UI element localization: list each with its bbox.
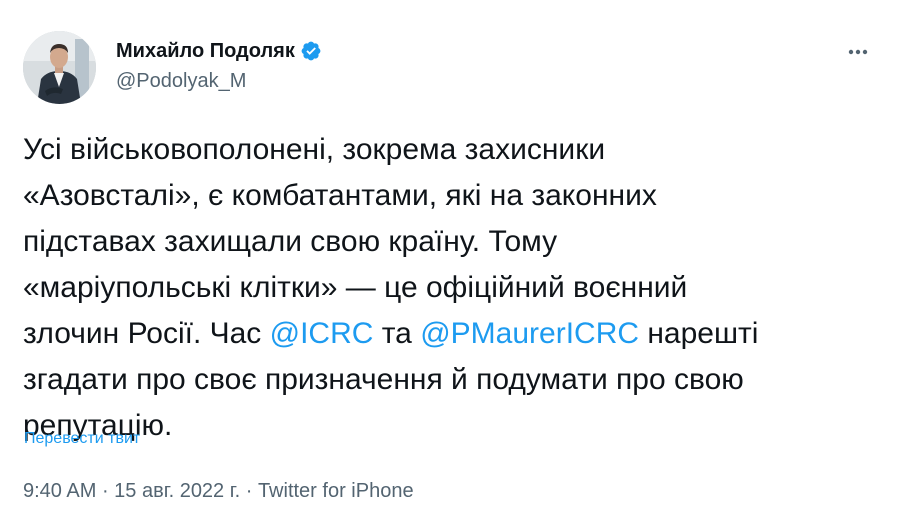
tweet-text: Усі військовополонені, зокрема захисники… bbox=[23, 127, 883, 449]
tweet-line: злочин Росії. Час @ICRC та @PMaurerICRC … bbox=[23, 311, 883, 357]
translate-tweet-link[interactable]: Перевести твит bbox=[24, 430, 140, 448]
display-name[interactable]: Михайло Подоляк bbox=[116, 40, 295, 63]
profile-photo bbox=[23, 31, 96, 104]
mention-link-pmaurericrc[interactable]: @PMaurerICRC bbox=[420, 317, 639, 350]
tweet-text-segment: та bbox=[373, 317, 421, 350]
tweet-text-segment: злочин Росії. Час bbox=[23, 317, 270, 350]
mention-link-icrc[interactable]: @ICRC bbox=[270, 317, 374, 350]
tweet-line: підставах захищали свою країну. Тому bbox=[23, 225, 558, 258]
tweet-line: репутацію. bbox=[23, 409, 173, 442]
meta-separator: · bbox=[96, 480, 115, 502]
tweet-source[interactable]: Twitter for iPhone bbox=[258, 480, 414, 502]
verified-badge-icon bbox=[300, 40, 322, 62]
tweet-line: «маріупольські клітки» — це офіційний во… bbox=[23, 271, 688, 304]
tweet-line: згадати про своє призначення й подумати … bbox=[23, 363, 744, 396]
tweet-metadata: 9:40 AM · 15 авг. 2022 г. · Twitter for … bbox=[23, 480, 414, 503]
tweet-card: Михайло Подоляк @Podolyak_M Усі військов… bbox=[0, 0, 897, 508]
avatar[interactable] bbox=[23, 31, 96, 104]
author-handle[interactable]: @Podolyak_M bbox=[116, 70, 246, 93]
tweet-date[interactable]: 15 авг. 2022 г. bbox=[114, 480, 240, 502]
more-horizontal-icon[interactable] bbox=[840, 40, 876, 64]
tweet-line: Усі військовополонені, зокрема захисники bbox=[23, 133, 606, 166]
tweet-time[interactable]: 9:40 AM bbox=[23, 480, 96, 502]
tweet-text-segment: нарешті bbox=[639, 317, 759, 350]
tweet-line: «Азовсталі», є комбатантами, які на зако… bbox=[23, 179, 657, 212]
author-row: Михайло Подоляк bbox=[116, 38, 322, 64]
meta-separator: · bbox=[240, 480, 258, 502]
